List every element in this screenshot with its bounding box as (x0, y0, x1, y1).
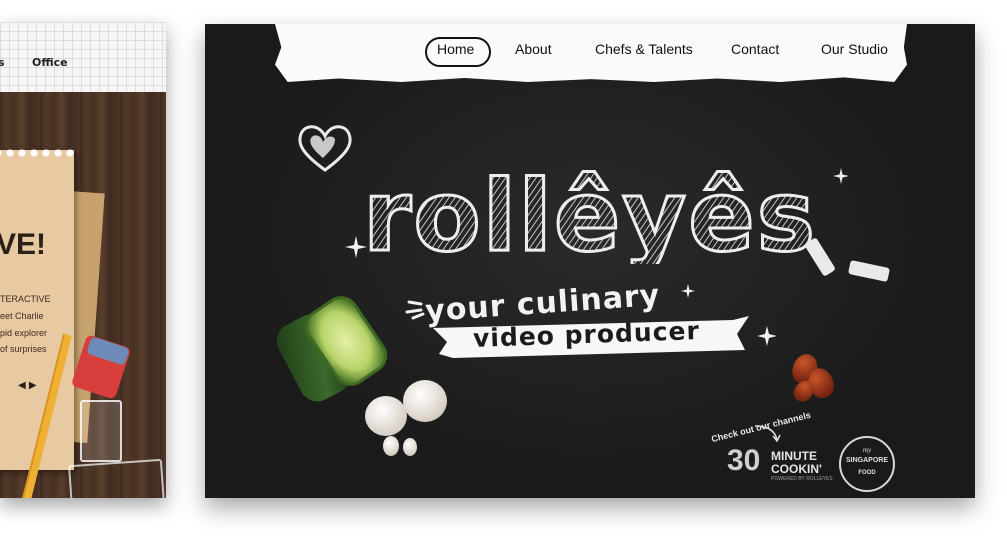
books-sketch-icon (68, 458, 166, 498)
logo-text: rollêyês (363, 160, 817, 264)
arrow-icon (754, 425, 781, 443)
nav-chefs-talents[interactable]: Chefs & Talents (595, 41, 693, 57)
scale-sketch-icon (80, 400, 122, 462)
torn-paper-nav-strip: Home About Chefs & Talents Contact Our S… (275, 24, 907, 82)
notebook-paper (0, 150, 74, 470)
nav-home[interactable]: Home (437, 41, 474, 57)
sparkle-icon (345, 236, 367, 258)
left-text-line: pid explorer (0, 328, 48, 338)
main-website-preview: Home About Chefs & Talents Contact Our S… (205, 24, 975, 498)
rolleyes-logo: rollêyês (363, 159, 817, 265)
channel-minute-sub: POWERED BY ROLLEYES (771, 476, 833, 482)
left-nav-item-office[interactable]: Office (32, 56, 68, 69)
left-nav-bar: s Office (0, 22, 166, 92)
chalk-icon (847, 259, 891, 283)
badge-name: SINGAPORE (845, 457, 888, 464)
left-website-preview: s Office VE! TERACTIVE eet Charlie pid e… (0, 22, 166, 498)
sparkle-icon (681, 284, 695, 298)
my-singapore-badge[interactable]: my SINGAPORE FOOD (839, 436, 895, 492)
nav-contact[interactable]: Contact (731, 41, 779, 57)
left-slider-arrows[interactable]: ◀ ▶ (18, 380, 37, 391)
sparkle-icon (757, 326, 777, 346)
left-nav-item[interactable]: s (0, 56, 5, 69)
badge-prefix: my (862, 446, 872, 454)
garlic-bulb-open (403, 380, 447, 422)
left-text-line: TERACTIVE (0, 294, 51, 304)
garlic-clove (383, 436, 399, 456)
garlic-bulb (365, 396, 407, 436)
channel-30-number[interactable]: 30 (727, 444, 760, 478)
badge-sub: FOOD (858, 470, 876, 476)
left-headline: VE! (0, 228, 47, 261)
main-nav: Home About Chefs & Talents Contact Our S… (275, 37, 907, 67)
channel-minute-cookin[interactable]: MINUTE COOKIN' (771, 450, 835, 476)
garlic-clove (403, 438, 417, 456)
sparkle-icon (833, 168, 849, 184)
notebook-rings (0, 146, 74, 160)
nav-about[interactable]: About (515, 41, 552, 57)
heart-icon (298, 125, 352, 172)
left-text-line: eet Charlie (0, 311, 44, 321)
left-text-line: of surprises (0, 344, 47, 354)
nav-our-studio[interactable]: Our Studio (821, 41, 888, 57)
